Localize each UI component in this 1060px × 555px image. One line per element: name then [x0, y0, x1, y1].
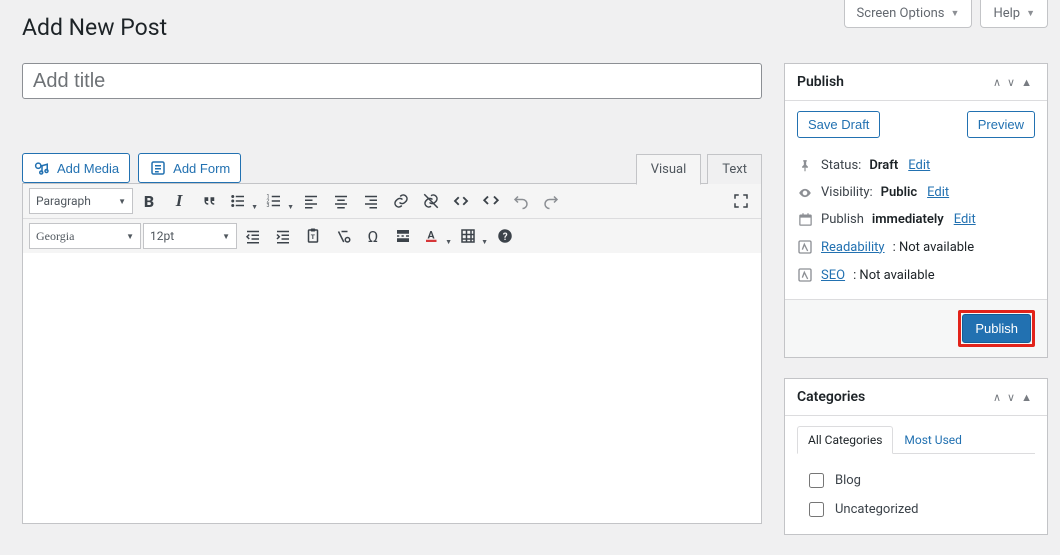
categories-metabox: Categories ∧ ∨ ▲ All Categories Most Use…: [784, 378, 1048, 535]
paste-text-button[interactable]: T: [299, 223, 327, 249]
page-break-button[interactable]: [389, 223, 417, 249]
readability-value: : Not available: [893, 240, 975, 255]
link-button[interactable]: [387, 188, 415, 214]
bullet-list-button[interactable]: [225, 188, 259, 214]
help-button[interactable]: Help ▼: [980, 0, 1048, 28]
source-code-button[interactable]: [447, 188, 475, 214]
undo-button[interactable]: [507, 188, 535, 214]
yoast-readability-icon: [797, 239, 813, 255]
category-checkbox[interactable]: [809, 473, 824, 488]
tab-most-used[interactable]: Most Used: [893, 426, 973, 454]
move-down-icon[interactable]: ∨: [1004, 391, 1018, 404]
move-up-icon[interactable]: ∧: [990, 76, 1004, 89]
move-down-icon[interactable]: ∨: [1004, 76, 1018, 89]
numbered-list-button[interactable]: 123: [261, 188, 295, 214]
italic-button[interactable]: I: [165, 188, 193, 214]
unlink-button[interactable]: [417, 188, 445, 214]
add-form-label: Add Form: [173, 161, 230, 176]
schedule-value: immediately: [872, 212, 944, 227]
caret-down-icon: ▼: [951, 8, 960, 19]
format-select-label: Paragraph: [36, 194, 91, 208]
status-value: Draft: [869, 158, 898, 173]
tab-visual[interactable]: Visual: [636, 154, 702, 185]
table-button[interactable]: [455, 223, 489, 249]
publish-highlight: Publish: [958, 310, 1035, 347]
save-draft-button[interactable]: Save Draft: [797, 111, 880, 138]
align-right-button[interactable]: [357, 188, 385, 214]
caret-down-icon: ▼: [118, 197, 126, 206]
category-label: Blog: [835, 473, 861, 488]
category-item[interactable]: Uncategorized: [797, 495, 1035, 524]
add-media-button[interactable]: Add Media: [22, 153, 130, 183]
svg-text:?: ?: [503, 232, 508, 243]
publish-title: Publish: [797, 74, 990, 90]
preview-button[interactable]: Preview: [967, 111, 1035, 138]
tab-all-categories[interactable]: All Categories: [797, 426, 893, 454]
text-color-button[interactable]: A: [419, 223, 453, 249]
seo-link[interactable]: SEO: [821, 268, 845, 283]
svg-text:A: A: [428, 228, 436, 241]
align-left-button[interactable]: [297, 188, 325, 214]
tab-text[interactable]: Text: [707, 154, 762, 184]
fullscreen-button[interactable]: [727, 188, 755, 214]
bold-button[interactable]: B: [135, 188, 163, 214]
screen-options-button[interactable]: Screen Options ▼: [844, 0, 973, 28]
schedule-edit-link[interactable]: Edit: [954, 212, 976, 227]
clear-format-button[interactable]: [329, 223, 357, 249]
schedule-label: Publish: [821, 212, 864, 227]
visibility-label: Visibility:: [821, 185, 873, 200]
caret-down-icon: ▼: [222, 232, 230, 241]
readability-link[interactable]: Readability: [821, 240, 885, 255]
align-center-button[interactable]: [327, 188, 355, 214]
collapse-icon[interactable]: ▲: [1018, 76, 1035, 89]
collapse-icon[interactable]: ▲: [1018, 391, 1035, 404]
blockquote-button[interactable]: [195, 188, 223, 214]
help-button-toolbar[interactable]: ?: [491, 223, 519, 249]
add-form-button[interactable]: Add Form: [138, 153, 241, 183]
add-media-label: Add Media: [57, 161, 119, 176]
publish-button[interactable]: Publish: [962, 314, 1031, 343]
category-label: Uncategorized: [835, 502, 918, 517]
editor-container: Paragraph ▼ B I 123: [22, 183, 762, 524]
redo-button[interactable]: [537, 188, 565, 214]
indent-button[interactable]: [269, 223, 297, 249]
yoast-seo-icon: [797, 267, 813, 283]
calendar-icon: [797, 212, 813, 227]
category-checkbox[interactable]: [809, 502, 824, 517]
publish-metabox: Publish ∧ ∨ ▲ Save Draft Preview Status:…: [784, 63, 1048, 358]
screen-options-label: Screen Options: [857, 6, 945, 21]
status-label: Status:: [821, 158, 861, 173]
categories-title: Categories: [797, 389, 990, 405]
move-up-icon[interactable]: ∧: [990, 391, 1004, 404]
seo-value: : Not available: [853, 268, 935, 283]
editor-canvas[interactable]: [23, 253, 761, 523]
caret-down-icon: ▼: [126, 232, 134, 241]
caret-down-icon: ▼: [1026, 8, 1035, 19]
form-icon: [149, 159, 167, 177]
post-title-input[interactable]: [22, 63, 762, 99]
camera-music-icon: [33, 159, 51, 177]
visibility-value: Public: [881, 185, 917, 200]
font-family-select[interactable]: Georgia ▼: [29, 223, 141, 249]
toolbar-toggle-button[interactable]: [477, 188, 505, 214]
page-title: Add New Post: [22, 14, 167, 41]
eye-icon: [797, 186, 813, 200]
pin-icon: [797, 159, 813, 173]
svg-text:T: T: [311, 233, 316, 241]
font-family-label: Georgia: [36, 229, 74, 244]
visibility-edit-link[interactable]: Edit: [927, 185, 949, 200]
font-size-label: 12pt: [150, 229, 174, 243]
font-size-select[interactable]: 12pt ▼: [143, 223, 237, 249]
status-edit-link[interactable]: Edit: [908, 158, 930, 173]
svg-text:3: 3: [267, 203, 270, 209]
format-select[interactable]: Paragraph ▼: [29, 188, 133, 214]
outdent-button[interactable]: [239, 223, 267, 249]
special-char-button[interactable]: Ω: [359, 223, 387, 249]
category-item[interactable]: Blog: [797, 466, 1035, 495]
help-label: Help: [993, 6, 1020, 21]
